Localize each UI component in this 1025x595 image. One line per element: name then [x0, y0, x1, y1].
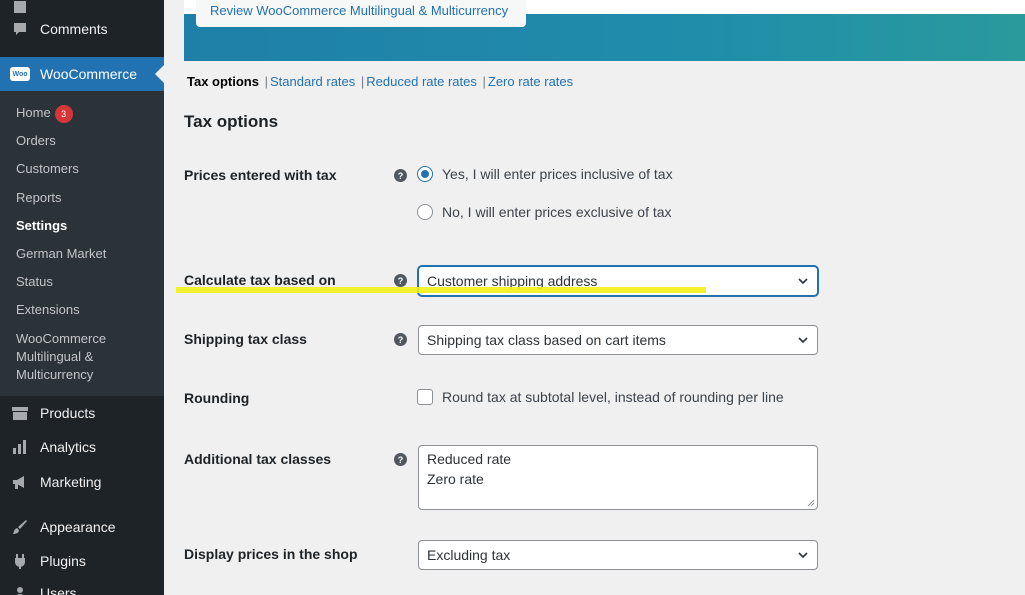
submenu-item-customers[interactable]: Customers [16, 160, 156, 178]
tax-subnav: Tax options | Standard rates | Reduced rat… [187, 74, 573, 89]
menu-item-plugins[interactable]: Plugins [0, 544, 164, 578]
additional-tax-classes-label: Additional tax classes [184, 451, 332, 467]
woocommerce-submenu: Home 3 Orders Customers Reports Settings … [0, 91, 164, 396]
subnav-separator: | [360, 74, 365, 89]
checkbox-label: Round tax at subtotal level, instead of … [442, 389, 784, 405]
subnav-separator: | [264, 74, 268, 89]
help-icon[interactable]: ? [394, 333, 407, 346]
menu-item-woocommerce[interactable]: Woo WooCommerce [0, 57, 164, 91]
woocommerce-logo-icon: Woo [10, 64, 30, 84]
submenu-item-extensions[interactable]: Extensions [16, 301, 156, 319]
chevron-down-icon [798, 552, 808, 559]
menu-item-label: Comments [40, 21, 108, 37]
active-arrow [155, 65, 164, 83]
plug-icon [10, 551, 30, 571]
radio-option-inclusive[interactable]: Yes, I will enter prices inclusive of ta… [417, 166, 673, 182]
select-value: Excluding tax [427, 547, 511, 563]
prices-entered-label: Prices entered with tax [184, 167, 337, 183]
menu-item-label: Products [40, 405, 96, 421]
additional-tax-classes-textarea[interactable]: Reduced rate Zero rate [418, 445, 818, 510]
display-prices-shop-label: Display prices in the shop [184, 546, 358, 562]
calculate-tax-label: Calculate tax based on [184, 272, 336, 288]
textarea-line: Zero rate [427, 471, 484, 487]
help-icon[interactable]: ? [394, 274, 407, 287]
menu-item-analytics[interactable]: Analytics [0, 430, 164, 464]
resize-handle-icon[interactable] [807, 499, 815, 507]
analytics-icon [10, 437, 30, 457]
radio-button-checked[interactable] [417, 166, 433, 182]
select-value: Shipping tax class based on cart items [427, 332, 666, 348]
menu-item-label: Marketing [40, 474, 102, 490]
radio-label: Yes, I will enter prices inclusive of ta… [442, 166, 673, 182]
submenu-item-orders[interactable]: Orders [16, 132, 156, 150]
subnav-reduced-rate-rates[interactable]: Reduced rate rates [366, 74, 477, 89]
menu-item-label: Plugins [40, 553, 86, 569]
submenu-item-german-market[interactable]: German Market [16, 245, 156, 263]
rounding-checkbox[interactable] [417, 389, 433, 405]
megaphone-icon [10, 472, 30, 492]
subnav-separator: | [482, 74, 486, 89]
menu-item-label: Analytics [40, 439, 97, 455]
menu-item-label: Users [40, 585, 77, 595]
radio-option-exclusive[interactable]: No, I will enter prices exclusive of tax [417, 204, 672, 220]
comment-icon [10, 19, 30, 39]
help-icon[interactable]: ? [394, 169, 407, 182]
menu-item-comments[interactable]: Comments [0, 12, 164, 46]
menu-item-label: WooCommerce [40, 66, 137, 82]
subnav-tax-options[interactable]: Tax options [187, 74, 259, 89]
review-multilingual-button[interactable]: Review WooCommerce Multilingual & Multic… [196, 0, 526, 27]
shipping-tax-class-select[interactable]: Shipping tax class based on cart items [418, 325, 818, 355]
yellow-highlight-annotation [176, 287, 706, 293]
promo-banner: Review WooCommerce Multilingual & Multic… [184, 0, 1025, 61]
menu-item-products[interactable]: Products [0, 396, 164, 430]
menu-item-marketing[interactable]: Marketing [0, 465, 164, 499]
radio-button[interactable] [417, 204, 433, 220]
users-icon [10, 583, 30, 595]
submenu-item-multilingual[interactable]: WooCommerce Multilingual & Multicurrency [16, 330, 156, 384]
woocommerce-logo-text: Woo [10, 67, 30, 81]
chevron-down-icon [798, 278, 808, 285]
chevron-down-icon [798, 337, 808, 344]
submenu-item-label: Home [16, 105, 51, 120]
rounding-label: Rounding [184, 390, 250, 406]
admin-sidebar: Comments Woo WooCommerce Home 3 Orders Cu… [0, 0, 164, 595]
help-icon[interactable]: ? [394, 453, 407, 466]
display-prices-shop-select[interactable]: Excluding tax [418, 540, 818, 570]
submenu-item-reports[interactable]: Reports [16, 189, 156, 207]
radio-label: No, I will enter prices exclusive of tax [442, 204, 672, 220]
page-title: Tax options [184, 112, 279, 131]
products-icon [10, 403, 30, 423]
paintbrush-icon [10, 517, 30, 537]
menu-item-users[interactable]: Users [0, 576, 164, 595]
menu-item-label: Appearance [40, 519, 116, 535]
notification-badge: 3 [54, 104, 73, 123]
submenu-item-settings[interactable]: Settings [16, 217, 156, 235]
subnav-zero-rate-rates[interactable]: Zero rate rates [488, 74, 573, 89]
submenu-item-home[interactable]: Home 3 [16, 104, 156, 123]
rounding-checkbox-row[interactable]: Round tax at subtotal level, instead of … [417, 389, 784, 405]
textarea-line: Reduced rate [427, 451, 512, 467]
subnav-standard-rates[interactable]: Standard rates [270, 74, 355, 89]
submenu-item-status[interactable]: Status [16, 273, 156, 291]
menu-item-appearance[interactable]: Appearance [0, 510, 164, 544]
shipping-tax-class-label: Shipping tax class [184, 331, 307, 347]
